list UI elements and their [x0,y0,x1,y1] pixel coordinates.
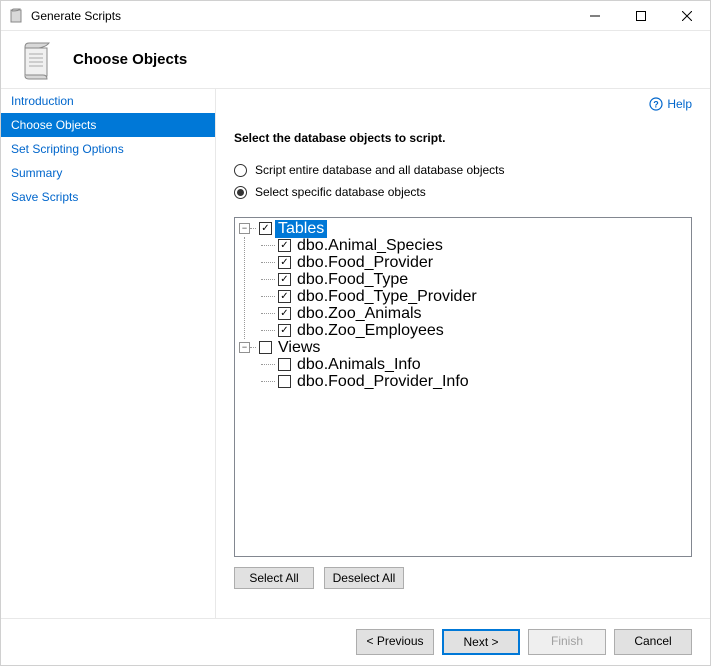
radio-label-all: Script entire database and all database … [255,163,505,177]
checkbox-icon[interactable] [259,341,272,354]
radio-option-all[interactable]: Script entire database and all database … [234,163,692,177]
cancel-button[interactable]: Cancel [614,629,692,655]
select-all-button[interactable]: Select All [234,567,314,589]
select-buttons: Select All Deselect All [234,567,692,589]
tree-item-label: dbo.Zoo_Employees [294,322,447,340]
radio-option-specific[interactable]: Select specific database objects [234,185,692,199]
window-title: Generate Scripts [31,9,572,23]
sidebar-item-summary[interactable]: Summary [1,161,215,185]
close-button[interactable] [664,1,710,30]
app-icon [9,8,25,24]
help-label: Help [667,97,692,111]
tree-item[interactable]: dbo.Zoo_Animals [250,305,687,322]
script-icon [15,39,57,81]
tree-item[interactable]: dbo.Food_Provider [250,254,687,271]
previous-button[interactable]: < Previous [356,629,434,655]
minimize-button[interactable] [572,1,618,30]
next-button[interactable]: Next > [442,629,520,655]
radio-label-specific: Select specific database objects [255,185,426,199]
section-heading: Select the database objects to script. [234,131,692,145]
checkbox-icon[interactable] [278,239,291,252]
tree-item-label: dbo.Food_Type [294,271,411,289]
collapse-icon[interactable]: − [239,342,250,353]
tree-item-label: dbo.Animals_Info [294,356,424,374]
checkbox-icon[interactable] [278,324,291,337]
tree-item-label: dbo.Food_Type_Provider [294,288,480,306]
radio-group: Script entire database and all database … [234,163,692,207]
checkbox-icon[interactable] [278,273,291,286]
wizard-footer: < Previous Next > Finish Cancel [1,618,710,665]
main-area: IntroductionChoose ObjectsSet Scripting … [1,89,710,618]
tree-label: Views [275,339,323,357]
collapse-icon[interactable]: − [239,223,250,234]
tree-item-label: dbo.Food_Provider [294,254,436,272]
checkbox-icon[interactable] [278,375,291,388]
tree-item[interactable]: dbo.Food_Type [250,271,687,288]
tree-label: Tables [275,220,327,238]
tree-item[interactable]: dbo.Food_Type_Provider [250,288,687,305]
tree-item[interactable]: dbo.Food_Provider_Info [250,373,687,390]
content-panel: ? Help Select the database objects to sc… [216,89,710,618]
tree-item[interactable]: dbo.Zoo_Employees [250,322,687,339]
object-tree[interactable]: −Tablesdbo.Animal_Speciesdbo.Food_Provid… [234,217,692,557]
help-icon: ? [649,97,663,111]
tree-item-label: dbo.Zoo_Animals [294,305,425,323]
sidebar-item-save-scripts[interactable]: Save Scripts [1,185,215,209]
sidebar-nav: IntroductionChoose ObjectsSet Scripting … [1,89,216,618]
deselect-all-button[interactable]: Deselect All [324,567,404,589]
wizard-window: Generate Scripts Choose Objects Introduc… [0,0,711,666]
checkbox-icon[interactable] [278,358,291,371]
tree-item[interactable]: dbo.Animal_Species [250,237,687,254]
checkbox-icon[interactable] [278,307,291,320]
tree-item-label: dbo.Food_Provider_Info [294,373,472,391]
svg-text:?: ? [654,100,660,110]
tree-node-views[interactable]: − Views [239,339,687,356]
maximize-button[interactable] [618,1,664,30]
radio-icon [234,164,247,177]
sidebar-item-set-scripting-options[interactable]: Set Scripting Options [1,137,215,161]
sidebar-item-choose-objects[interactable]: Choose Objects [1,113,215,137]
window-controls [572,1,710,30]
titlebar: Generate Scripts [1,1,710,31]
checkbox-icon[interactable] [278,256,291,269]
page-title: Choose Objects [73,51,187,68]
finish-button: Finish [528,629,606,655]
tree-item-label: dbo.Animal_Species [294,237,446,255]
tree-node-tables[interactable]: − Tables [239,220,687,237]
checkbox-icon[interactable] [278,290,291,303]
page-header: Choose Objects [1,31,710,89]
radio-icon [234,186,247,199]
checkbox-icon[interactable] [259,222,272,235]
help-link[interactable]: ? Help [649,97,692,111]
sidebar-item-introduction[interactable]: Introduction [1,89,215,113]
tree-item[interactable]: dbo.Animals_Info [250,356,687,373]
